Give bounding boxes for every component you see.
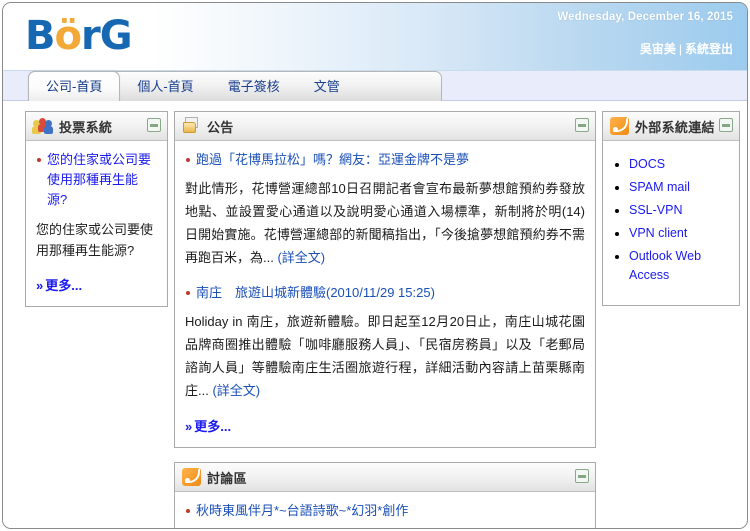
announcement-item: 南庄 旅遊山城新體驗(2010/11/29 15:25) Holiday in … (185, 283, 585, 402)
tab-bar: 公司-首頁 個人-首頁 電子簽核 文管 (3, 71, 747, 101)
voting-more-link[interactable]: » 更多... (36, 275, 157, 294)
rss-icon (182, 468, 201, 486)
voting-question-text: 您的住家或公司要使用那種再生能源? (36, 222, 154, 258)
panel-announcements: 公告 跑過「花博馬拉松」嗎？網友：亞運金牌不是夢 對此情形，花博營運總部10日召… (174, 111, 596, 448)
panel-external-links-header: 外部系統連結 (603, 112, 739, 141)
panel-external-links-title: 外部系統連結 (635, 119, 715, 135)
minimize-icon[interactable] (575, 469, 589, 483)
minimize-icon[interactable] (719, 118, 733, 132)
main-content: 投票系統 您的住家或公司要使用那種再生能源? 您的住家或公司要使用那種再生能源?… (3, 101, 747, 528)
panel-announcements-header: 公告 (175, 112, 595, 141)
announcement-title[interactable]: 南庄 旅遊山城新體驗(2010/11/29 15:25) (185, 283, 585, 303)
people-icon (32, 117, 53, 135)
panel-voting-header: 投票系統 (26, 112, 167, 141)
announcement-readmore-link[interactable]: (詳全文) (212, 383, 260, 398)
app-frame: BörG Wednesday, December 16, 2015 吳宙美 | 系統… (2, 2, 748, 529)
announcement-title[interactable]: 跑過「花博馬拉松」嗎？網友：亞運金牌不是夢 (185, 150, 585, 170)
announcement-body: Holiday in 南庄，旅遊新體驗。即日起至12月20日止，南庄山城花園品牌… (185, 310, 585, 402)
panel-voting-title: 投票系統 (59, 119, 113, 135)
rss-icon (610, 117, 629, 135)
panel-external-links-body: DOCS SPAM mail SSL-VPN VPN client Outloo… (603, 141, 739, 305)
middle-column: 公告 跑過「花博馬拉松」嗎？網友：亞運金牌不是夢 對此情形，花博營運總部10日召… (174, 111, 596, 529)
panel-discussion: 討論區 秋時東風伴月*~台語詩歌~*幻羽*創作 »更多... (174, 462, 596, 529)
external-link-vpn-client[interactable]: VPN client (629, 224, 733, 243)
panel-discussion-header: 討論區 (175, 463, 595, 492)
left-column: 投票系統 您的住家或公司要使用那種再生能源? 您的住家或公司要使用那種再生能源?… (25, 111, 168, 321)
panel-announcements-body: 跑過「花博馬拉松」嗎？網友：亞運金牌不是夢 對此情形，花博營運總部10日召開記者… (175, 141, 595, 447)
announcement-body-text: 對此情形，花博營運總部10日召開記者會宣布最新夢想館預約券發放地點、並設置愛心通… (185, 181, 585, 265)
minimize-icon[interactable] (575, 118, 589, 132)
voting-question-link[interactable]: 您的住家或公司要使用那種再生能源? (36, 150, 157, 210)
user-session-line: 吳宙美 | 系統登出 (557, 40, 733, 57)
discussion-item-title[interactable]: 秋時東風伴月*~台語詩歌~*幻羽*創作 (185, 501, 585, 521)
announcement-item: 跑過「花博馬拉松」嗎？網友：亞運金牌不是夢 對此情形，花博營運總部10日召開記者… (185, 150, 585, 269)
announcement-readmore-link[interactable]: (詳全文) (277, 250, 325, 265)
folder-document-icon (182, 117, 201, 135)
panel-voting-system: 投票系統 您的住家或公司要使用那種再生能源? 您的住家或公司要使用那種再生能源?… (25, 111, 168, 307)
external-links-list: DOCS SPAM mail SSL-VPN VPN client Outloo… (603, 155, 733, 285)
panel-discussion-body: 秋時東風伴月*~台語詩歌~*幻羽*創作 »更多... (175, 492, 595, 529)
external-link-docs[interactable]: DOCS (629, 155, 733, 174)
chevron-right-icon: » (36, 278, 44, 293)
logo-part-o: ö (54, 13, 83, 59)
voting-more-label: 更多... (45, 278, 83, 293)
header-right-block: Wednesday, December 16, 2015 吳宙美 | 系統登出 (557, 11, 733, 57)
logo-part-rg: rG (80, 13, 133, 59)
panel-announcements-title: 公告 (207, 119, 234, 135)
tab-e-signature[interactable]: 電子簽核 (211, 73, 297, 101)
right-column: 外部系統連結 DOCS SPAM mail SSL-VPN VPN client… (602, 111, 740, 320)
panel-external-links: 外部系統連結 DOCS SPAM mail SSL-VPN VPN client… (602, 111, 740, 306)
logo-part-b: B (25, 13, 55, 59)
tab-company-home[interactable]: 公司-首頁 (28, 71, 121, 101)
panel-voting-body: 您的住家或公司要使用那種再生能源? 您的住家或公司要使用那種再生能源? » 更多.… (26, 141, 167, 306)
minimize-icon[interactable] (147, 118, 161, 132)
discussion-more-link[interactable]: »更多... (185, 528, 585, 529)
external-link-outlook-web-access[interactable]: Outlook Web Access (629, 247, 733, 285)
external-link-spam-mail[interactable]: SPAM mail (629, 178, 733, 197)
announcements-more-label: 更多... (194, 419, 232, 434)
panel-discussion-title: 討論區 (207, 470, 247, 486)
page-header: BörG Wednesday, December 16, 2015 吳宙美 | 系統… (3, 3, 747, 71)
app-logo[interactable]: BörG (25, 13, 133, 59)
page-root: BörG Wednesday, December 16, 2015 吳宙美 | 系統… (0, 0, 750, 531)
tab-document-management[interactable]: 文管 (297, 73, 357, 101)
logout-link[interactable]: 系統登出 (685, 42, 733, 56)
announcements-more-link[interactable]: » 更多... (185, 416, 585, 435)
tab-personal-home[interactable]: 個人-首頁 (120, 73, 210, 101)
external-link-ssl-vpn[interactable]: SSL-VPN (629, 201, 733, 220)
chevron-right-icon: » (185, 419, 193, 434)
user-separator: | (678, 42, 682, 56)
current-date: Wednesday, December 16, 2015 (557, 11, 733, 23)
tab-strip: 公司-首頁 個人-首頁 電子簽核 文管 (28, 71, 442, 101)
announcement-body: 對此情形，花博營運總部10日召開記者會宣布最新夢想館預約券發放地點、並設置愛心通… (185, 177, 585, 269)
user-name[interactable]: 吳宙美 (640, 42, 676, 56)
